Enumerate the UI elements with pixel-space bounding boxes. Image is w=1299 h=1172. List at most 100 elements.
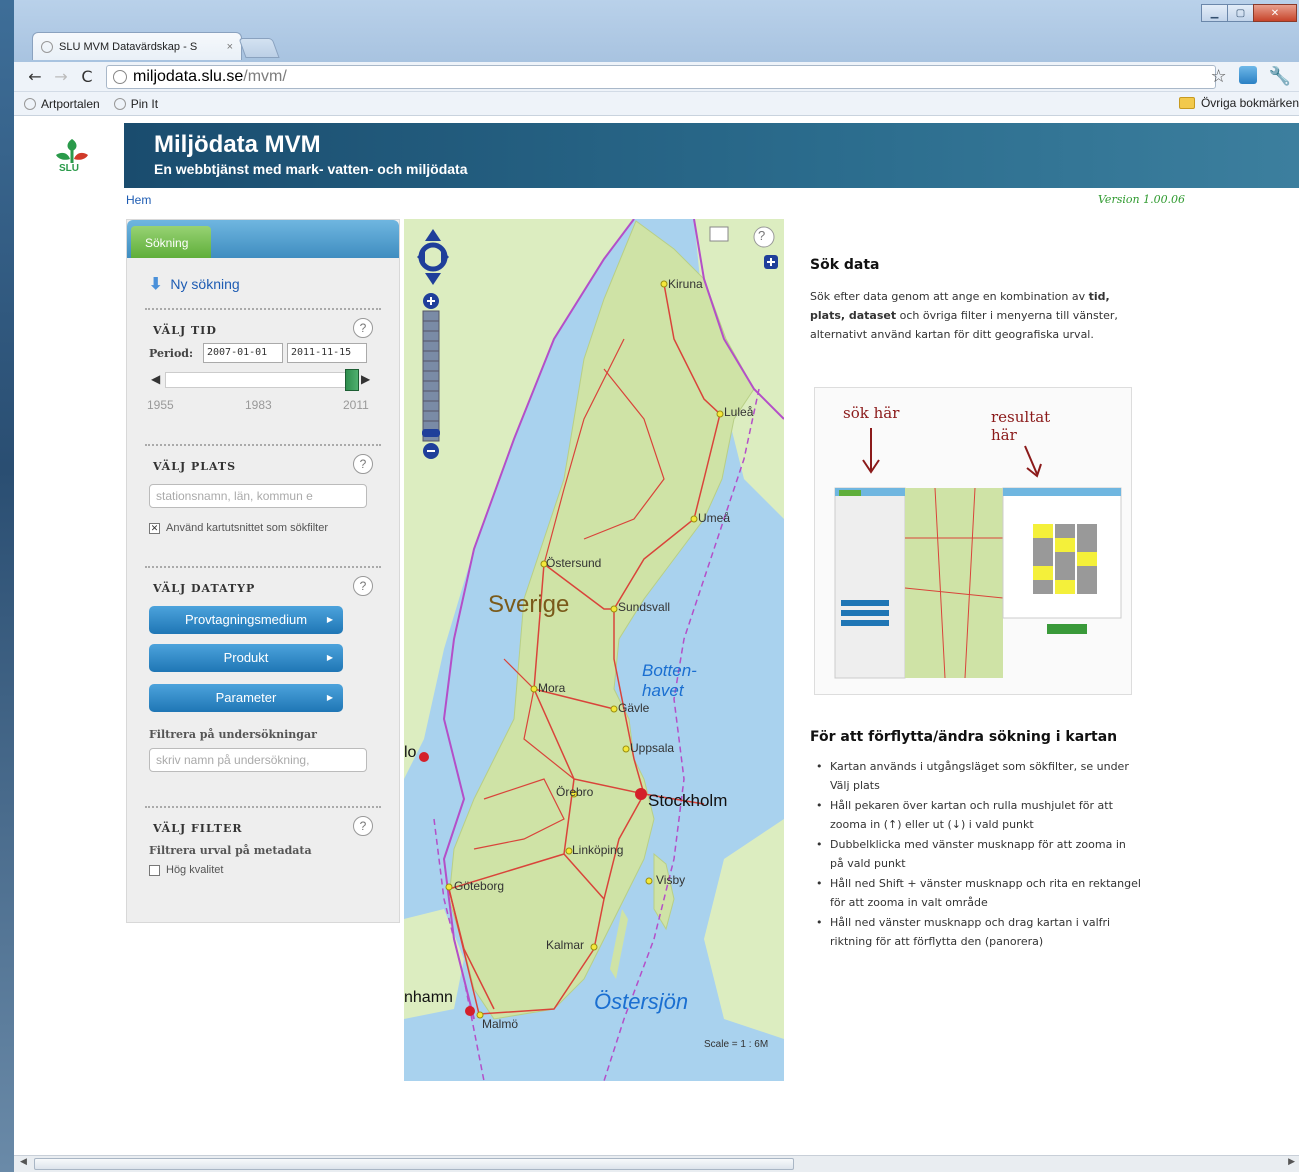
new-tab-button[interactable]: [238, 38, 280, 58]
browser-window: SLU MVM Datavärdskap - S × ▁ ▢ ✕ ← → C m…: [14, 0, 1299, 1172]
toolbar-icons: ☆ 🔧: [1210, 66, 1291, 87]
button-label: Parameter: [215, 690, 277, 705]
new-search-link[interactable]: ⬇ Ny sökning: [149, 274, 240, 294]
back-button[interactable]: ←: [22, 66, 48, 88]
help-icon[interactable]: ?: [353, 576, 373, 596]
new-search-label: Ny sökning: [170, 276, 240, 292]
url-path: /mvm/: [243, 67, 287, 85]
zoom-bar[interactable]: [422, 293, 440, 459]
site-title: Miljödata MVM: [154, 131, 321, 158]
scroll-left-icon[interactable]: ◀: [20, 1157, 27, 1167]
tab-sokning[interactable]: Sökning: [131, 226, 211, 258]
list-item: Kartan används i utgångsläget som sökfil…: [812, 757, 1142, 795]
other-bookmarks[interactable]: Övriga bokmärken: [1178, 96, 1299, 110]
slider-left-arrow-icon[interactable]: ◀: [151, 372, 160, 386]
info-heading-search: Sök data: [810, 257, 880, 273]
slider-right-arrow-icon[interactable]: ▶: [361, 372, 370, 386]
bookmark-page-icon: [24, 97, 36, 110]
bookmark-label: Artportalen: [41, 96, 100, 111]
window-controls: ▁ ▢ ✕: [1201, 4, 1297, 22]
bookmarks-bar: Artportalen Pin It Övriga bokmärken: [14, 92, 1299, 116]
title-bar: SLU MVM Datavärdskap - S × ▁ ▢ ✕: [14, 0, 1299, 62]
period-from-input[interactable]: 2007-01-01: [203, 343, 283, 363]
map-help-icon[interactable]: ?: [758, 228, 765, 243]
help-icon[interactable]: ?: [353, 454, 373, 474]
divider: [145, 308, 381, 310]
home-link[interactable]: Hem: [126, 193, 151, 207]
capital-label: Stockholm: [648, 791, 728, 810]
scroll-right-icon[interactable]: ▶: [1288, 1157, 1295, 1167]
period-to-input[interactable]: 2011-11-15: [287, 343, 367, 363]
year-tick: 2011: [343, 398, 369, 412]
city-label: Kalmar: [546, 938, 585, 952]
quality-checkbox-row[interactable]: Hög kvalitet: [149, 864, 223, 876]
sea-label: Botten-: [642, 661, 697, 680]
site-header: Miljödata MVM En webbtjänst med mark- va…: [124, 123, 1299, 188]
help-icon[interactable]: ?: [353, 318, 373, 338]
help-icon[interactable]: ?: [353, 816, 373, 836]
folder-icon: [1178, 97, 1195, 109]
bookmark-pin-it[interactable]: Pin It: [113, 96, 159, 111]
box-zoom-icon[interactable]: [709, 226, 729, 242]
quality-checkbox-label: Hög kvalitet: [166, 864, 224, 876]
city-label: Göteborg: [454, 879, 505, 893]
place-search-input[interactable]: stationsnamn, län, kommun e: [149, 484, 367, 508]
parameter-button[interactable]: Parameter ▶: [149, 684, 343, 712]
address-bar[interactable]: miljodata.slu.se/mvm/: [106, 64, 1216, 89]
page-info-icon[interactable]: [113, 69, 127, 84]
year-tick: 1983: [245, 398, 272, 412]
list-item: Håll ned vänster musknapp och drag karta…: [812, 913, 1142, 951]
bookmark-label: Pin It: [130, 96, 159, 111]
place-section-title: VÄLJ PLATS: [153, 460, 237, 473]
maximize-button[interactable]: ▢: [1227, 4, 1254, 22]
survey-filter-input[interactable]: skriv namn på undersökning,: [149, 748, 367, 772]
slider-handle[interactable]: [345, 369, 359, 391]
map-view[interactable]: ? Kiruna Luleå Umeå Östersund Sundsvall …: [404, 219, 784, 1081]
bookmark-page-icon: [113, 97, 126, 110]
close-window-button[interactable]: ✕: [1253, 4, 1297, 22]
play-arrow-icon: ▶: [326, 615, 333, 624]
slu-logo-text: SLU: [59, 163, 79, 174]
navigation-toolbar: ← → C miljodata.slu.se/mvm/ ☆ 🔧: [14, 62, 1299, 92]
city-label: Sundsvall: [618, 600, 671, 614]
sea-label: havet: [642, 681, 684, 700]
quality-checkbox[interactable]: [149, 864, 160, 876]
time-slider[interactable]: [165, 372, 355, 388]
desktop-background: [0, 0, 14, 1172]
page-content: SLU Miljödata MVM En webbtjänst med mark…: [14, 117, 1299, 1155]
button-label: Provtagningsmedium: [184, 612, 308, 627]
bookmark-artportalen[interactable]: Artportalen: [24, 97, 100, 111]
datatype-section-title: VÄLJ DATATYP: [153, 582, 256, 595]
map-instructions-list: Kartan används i utgångsläget som sökfil…: [812, 757, 1142, 952]
info-text-part: Sök efter data genom att ange en kombina…: [810, 290, 1086, 303]
survey-filter-heading: Filtrera på undersökningar: [149, 728, 317, 741]
browser-tab[interactable]: SLU MVM Datavärdskap - S ×: [32, 32, 242, 60]
illustration-drawing: [834, 428, 1122, 679]
produkt-button[interactable]: Produkt ▶: [149, 644, 343, 672]
scrollbar-thumb[interactable]: [34, 1158, 794, 1170]
city-label-cut: lo: [404, 744, 417, 761]
illustration-image: sök här resultat här: [814, 387, 1132, 695]
tab-close-icon[interactable]: ×: [227, 41, 233, 53]
panel-tab-bar: Sökning: [127, 220, 399, 258]
city-label: Umeå: [698, 511, 731, 525]
map-filter-checkbox[interactable]: ✕: [149, 522, 160, 534]
forward-button[interactable]: →: [48, 66, 74, 88]
city-label: Uppsala: [630, 741, 675, 755]
city-label: Luleå: [724, 405, 754, 419]
map-filter-checkbox-row[interactable]: ✕ Använd kartutsnittet som sökfilter: [149, 522, 328, 534]
extension-icon[interactable]: [1238, 66, 1257, 84]
reload-button[interactable]: C: [74, 66, 100, 88]
city-label: Gävle: [618, 701, 650, 715]
minimize-button[interactable]: ▁: [1201, 4, 1228, 22]
horizontal-scrollbar[interactable]: ◀ ▶: [14, 1155, 1299, 1172]
divider: [145, 566, 381, 568]
city-label: Linköping: [572, 843, 624, 857]
provtagningsmedium-button[interactable]: Provtagningsmedium ▶: [149, 606, 343, 634]
map-canvas[interactable]: [404, 219, 784, 1081]
metadata-filter-heading: Filtrera urval på metadata: [149, 844, 312, 857]
bookmark-star-icon[interactable]: ☆: [1210, 66, 1226, 87]
info-heading-map: För att förflytta/ändra sökning i kartan: [810, 729, 1118, 745]
wrench-menu-icon[interactable]: 🔧: [1269, 66, 1291, 87]
list-item: Håll pekaren över kartan och rulla mushj…: [812, 796, 1142, 834]
